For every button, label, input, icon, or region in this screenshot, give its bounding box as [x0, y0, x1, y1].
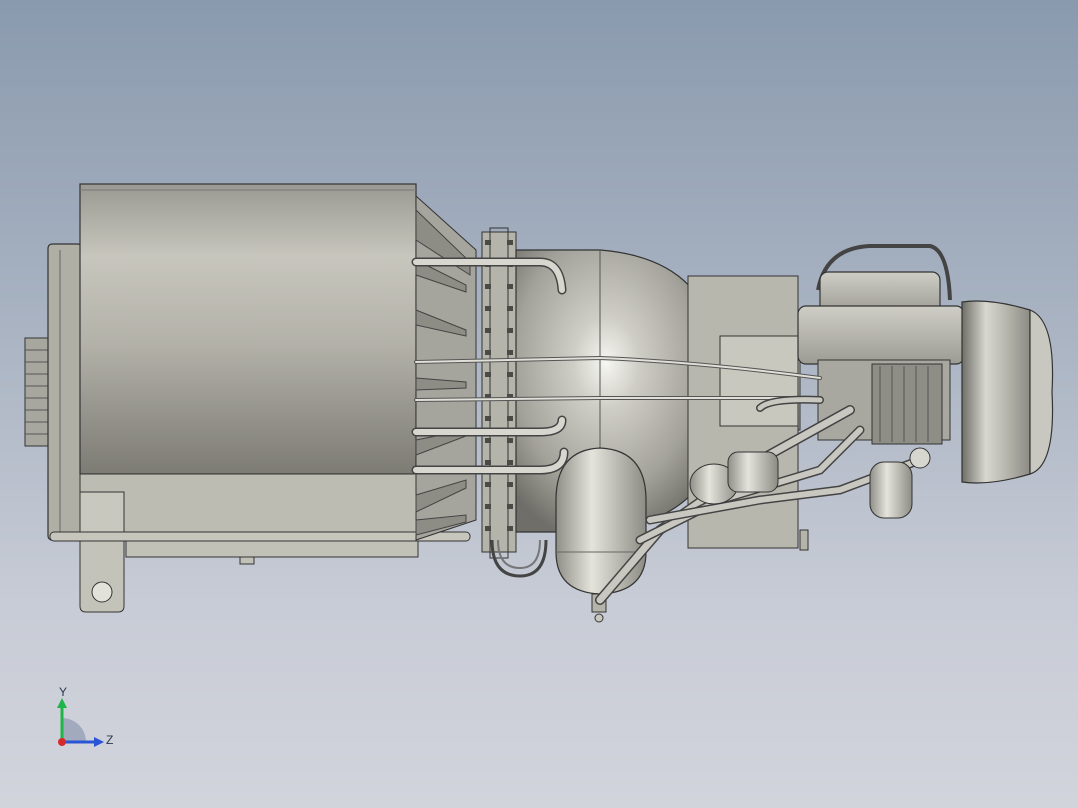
- rear-flange: [47, 243, 83, 541]
- turbine-engine-model[interactable]: [0, 0, 1078, 808]
- gearbox: [797, 244, 965, 445]
- mount-frame: [49, 473, 471, 613]
- main-housing: [79, 183, 417, 475]
- y-axis-label: Y: [59, 685, 67, 699]
- exhaust-nozzle: [961, 300, 1054, 484]
- gear-spline: [24, 337, 51, 447]
- z-axis-label: Z: [106, 733, 113, 747]
- strut-section: [415, 194, 477, 541]
- axis-triad: Y Z: [57, 685, 113, 747]
- cad-viewport[interactable]: Y Z: [0, 0, 1078, 808]
- x-axis-origin: [58, 738, 66, 746]
